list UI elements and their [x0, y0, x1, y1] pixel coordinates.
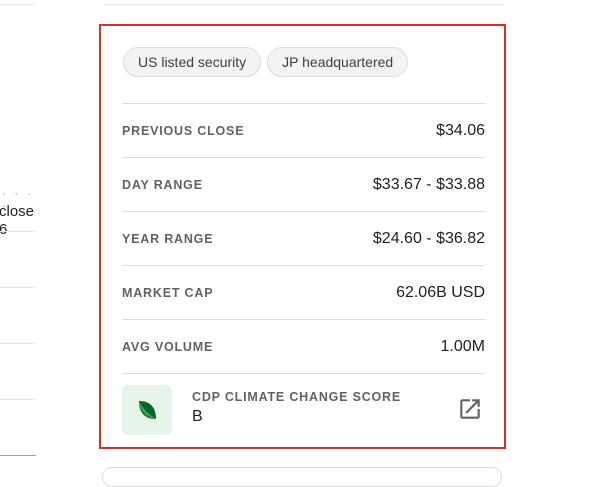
stats-table: PREVIOUS CLOSE $34.06 DAY RANGE $33.67 -… [122, 103, 485, 373]
next-card [102, 467, 502, 487]
chip-us-listed[interactable]: US listed security [123, 47, 262, 77]
left-clipped-text: close [0, 203, 35, 220]
stat-label: YEAR RANGE [122, 231, 214, 246]
stat-row-day-range: DAY RANGE $33.67 - $33.88 [122, 157, 485, 211]
stat-label: PREVIOUS CLOSE [122, 123, 245, 138]
stat-value: $33.67 - $33.88 [372, 175, 485, 193]
leaf-icon [122, 385, 172, 435]
chip-jp-headquartered[interactable]: JP headquartered [267, 47, 409, 77]
left-column: . . . . close 6 [0, 0, 40, 473]
chip-list: US listed security JP headquartered [123, 47, 409, 77]
stat-row-market-cap: MARKET CAP 62.06B USD [122, 265, 485, 319]
stat-row-avg-volume: AVG VOLUME 1.00M [122, 319, 485, 373]
cdp-value: B [192, 408, 203, 425]
divider [0, 455, 36, 456]
stat-value: $34.06 [436, 121, 485, 139]
cdp-score-row: CDP CLIMATE CHANGE SCORE B [122, 373, 485, 435]
open-in-new-icon[interactable] [457, 396, 483, 422]
stat-row-previous-close: PREVIOUS CLOSE $34.06 [122, 103, 485, 157]
left-clipped-value: 6 [0, 221, 8, 238]
stat-label: MARKET CAP [122, 285, 214, 300]
divider [0, 287, 36, 288]
divider [0, 399, 36, 400]
cdp-label: CDP CLIMATE CHANGE SCORE [192, 390, 402, 404]
key-stats-panel: US listed security JP headquartered PREV… [99, 24, 506, 449]
divider [104, 4, 504, 5]
stat-row-year-range: YEAR RANGE $24.60 - $36.82 [122, 211, 485, 265]
divider [0, 343, 36, 344]
divider [0, 231, 36, 232]
stat-label: DAY RANGE [122, 177, 203, 192]
stat-value: $24.60 - $36.82 [372, 229, 485, 247]
stat-value: 62.06B USD [396, 283, 485, 301]
stat-value: 1.00M [440, 337, 485, 355]
stat-label: AVG VOLUME [122, 339, 214, 354]
divider [0, 4, 36, 5]
